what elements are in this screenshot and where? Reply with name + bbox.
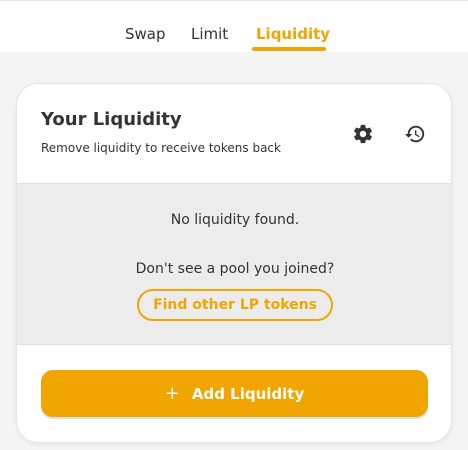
tab-bar: Swap Limit Liquidity (0, 24, 468, 50)
add-liquidity-label: Add Liquidity (191, 384, 305, 403)
active-tab-indicator (252, 47, 326, 51)
top-navigation: Swap Limit Liquidity (0, 0, 468, 52)
liquidity-card: Your Liquidity Remove liquidity to recei… (16, 83, 452, 443)
find-lp-tokens-button[interactable]: Find other LP tokens (137, 289, 333, 321)
card-title: Your Liquidity (41, 109, 182, 130)
tab-limit[interactable]: Limit (191, 24, 228, 44)
tab-liquidity[interactable]: Liquidity (256, 24, 330, 44)
history-icon (404, 125, 425, 143)
history-button[interactable] (403, 122, 427, 146)
settings-button[interactable] (351, 122, 375, 146)
card-subtitle: Remove liquidity to receive tokens back (41, 141, 281, 155)
plus-icon: + (164, 382, 180, 404)
tab-swap[interactable]: Swap (125, 24, 166, 44)
empty-state-panel: No liquidity found. Don't see a pool you… (17, 184, 451, 345)
gear-icon (354, 124, 372, 144)
add-liquidity-button[interactable]: + Add Liquidity (41, 370, 428, 417)
missing-pool-hint: Don't see a pool you joined? (135, 261, 335, 277)
card-footer: + Add Liquidity (17, 345, 451, 442)
no-liquidity-message: No liquidity found. (170, 212, 300, 228)
card-header: Your Liquidity Remove liquidity to recei… (17, 84, 451, 184)
